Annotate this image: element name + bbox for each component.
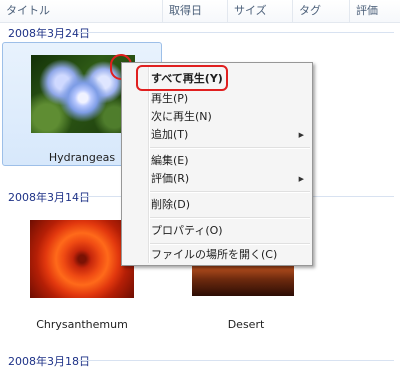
group-header: 2008年3月18日 bbox=[0, 350, 400, 370]
menu-item-play[interactable]: 再生(P) bbox=[124, 89, 310, 109]
context-menu: すべて再生(Y) 再生(P) 次に再生(N) 追加(T) ▶ 編集(E) 評価(… bbox=[121, 62, 313, 266]
column-date[interactable]: 取得日 bbox=[162, 0, 226, 22]
menu-separator bbox=[150, 147, 310, 149]
column-rating[interactable]: 評価 bbox=[349, 0, 400, 22]
menu-separator bbox=[150, 217, 310, 219]
group-header: 2008年3月24日 bbox=[0, 22, 400, 42]
media-item-title: Chrysanthemum bbox=[36, 318, 128, 331]
column-title[interactable]: タイトル bbox=[0, 0, 160, 22]
menu-item-delete[interactable]: 削除(D) bbox=[124, 195, 310, 215]
menu-item-label: 追加(T) bbox=[151, 128, 189, 141]
group-date-label: 2008年3月18日 bbox=[8, 355, 90, 368]
column-size[interactable]: サイズ bbox=[227, 0, 291, 22]
submenu-arrow-icon: ▶ bbox=[298, 175, 304, 183]
group-date-label: 2008年3月14日 bbox=[8, 191, 90, 204]
menu-item-properties[interactable]: プロパティ(O) bbox=[124, 221, 310, 241]
column-header: タイトル 取得日 サイズ タグ 評価 bbox=[0, 0, 400, 23]
menu-item-edit[interactable]: 編集(E) bbox=[124, 151, 310, 171]
group-divider bbox=[78, 360, 394, 361]
menu-item-add[interactable]: 追加(T) ▶ bbox=[124, 125, 310, 145]
group-date-label: 2008年3月24日 bbox=[8, 27, 90, 40]
media-item-title: Desert bbox=[227, 318, 265, 331]
menu-item-label: 評価(R) bbox=[151, 172, 190, 185]
menu-item-play-next[interactable]: 次に再生(N) bbox=[124, 107, 310, 127]
group-divider bbox=[78, 32, 394, 33]
menu-item-rating[interactable]: 評価(R) ▶ bbox=[124, 169, 310, 189]
column-tag[interactable]: タグ bbox=[292, 0, 348, 22]
callout-highlight bbox=[136, 65, 228, 91]
submenu-arrow-icon: ▶ bbox=[298, 131, 304, 139]
menu-separator bbox=[150, 191, 310, 193]
chrysanthemum-thumbnail bbox=[30, 220, 134, 298]
menu-item-open-file-location[interactable]: ファイルの場所を開く(C) bbox=[124, 245, 310, 265]
